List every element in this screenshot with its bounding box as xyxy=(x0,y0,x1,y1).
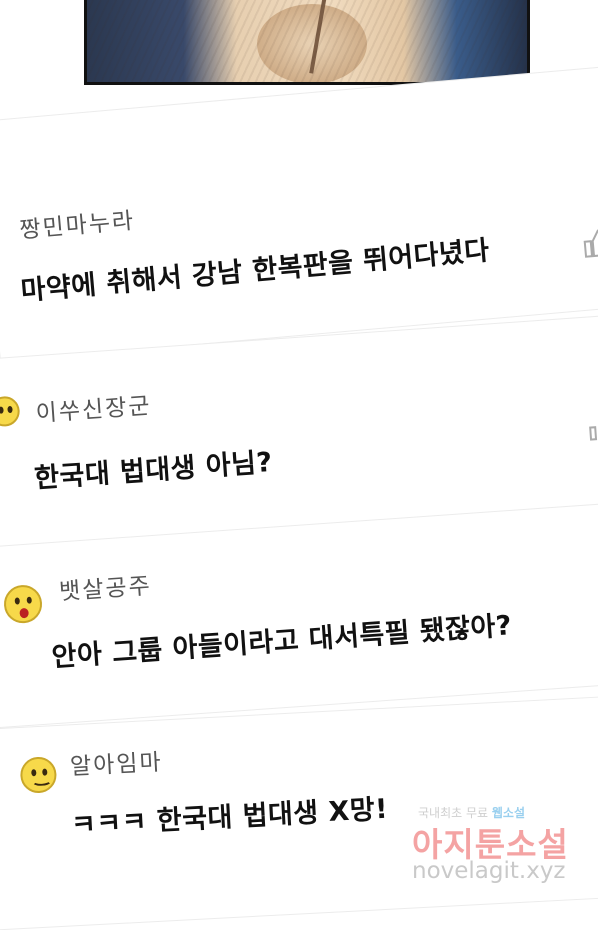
comment-username: 뱃살공주 xyxy=(58,573,153,606)
thumbs-up-icon xyxy=(583,229,598,258)
surprised-face-icon xyxy=(2,583,44,625)
watermark-url: novelagit.xyz xyxy=(412,858,566,884)
comment-text: ㅋㅋㅋ 한국대 법대생 X망! xyxy=(70,793,389,842)
smiley-face-icon xyxy=(19,756,58,794)
comment-username: 알아임마 xyxy=(69,749,164,781)
manga-panel-image xyxy=(84,0,530,85)
comment-like-button[interactable] xyxy=(587,414,598,441)
smiley-face-icon xyxy=(0,395,21,428)
comment-text: 한국대 법대생 아님? xyxy=(33,446,274,495)
comment-card: 짱민마누라 마약에 취해서 강남 한복판을 뛰어다녔다 xyxy=(0,66,598,362)
comment-text: 안아 그룹 아들이라고 대서특필 됐잖아? xyxy=(50,610,513,674)
comment-username: 이쑤신장군 xyxy=(35,393,153,428)
comment-like-button[interactable] xyxy=(580,225,598,260)
thumbs-up-icon xyxy=(589,425,598,441)
comment-text: 마약에 취해서 강남 한복판을 뛰어다녔다 xyxy=(19,235,491,308)
comment-username: 짱민마누라 xyxy=(18,207,137,244)
